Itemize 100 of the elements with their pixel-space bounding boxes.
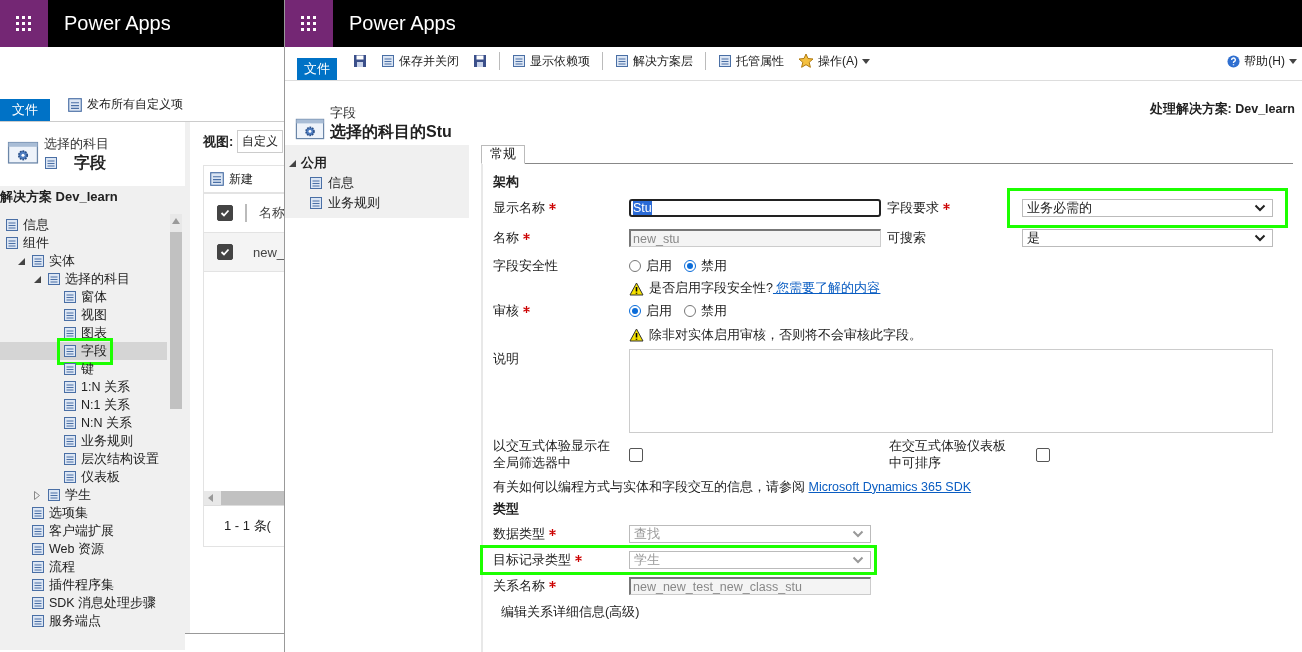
field-label: 审核 (493, 302, 519, 320)
toolbar-icon (512, 54, 526, 68)
tree-node-icon (31, 254, 45, 268)
toolbar-button[interactable]: 显示依赖项 (510, 52, 592, 70)
tree-item[interactable]: N:1 关系 (0, 396, 167, 414)
app-launcher-icon[interactable] (16, 15, 32, 32)
tree-node-icon (31, 614, 45, 628)
tree-node-icon (47, 488, 61, 502)
tree-item[interactable]: 客户端扩展 (0, 522, 167, 540)
expanded-triangle-icon[interactable] (17, 257, 25, 265)
publish-button[interactable]: 发布所有自定义项 (65, 96, 185, 113)
actions-menu[interactable]: 操作(A) (796, 52, 872, 70)
tree-item[interactable]: 1:N 关系 (0, 378, 167, 396)
tree-node-icon (31, 596, 45, 610)
tree-node-icon (31, 542, 45, 556)
checkbox[interactable] (629, 448, 643, 462)
save-icon (473, 54, 487, 68)
dropdown-field[interactable]: 是 (1022, 229, 1273, 247)
tree-node-icon (63, 452, 77, 466)
toolbar-button[interactable]: 保存并关闭 (379, 52, 461, 70)
help-menu[interactable]: 帮助(H) (1225, 53, 1299, 70)
expanded-triangle-icon[interactable] (33, 275, 41, 283)
checkbox[interactable] (217, 205, 233, 221)
tree-item[interactable]: Web 资源 (0, 540, 167, 558)
tree-node-icon (63, 470, 77, 484)
nav-group[interactable]: 公用 (285, 153, 469, 173)
toolbar-button[interactable]: 解决方案层 (613, 52, 695, 70)
app-launcher[interactable] (285, 0, 333, 47)
new-button[interactable]: 新建 (207, 170, 255, 188)
tab[interactable]: 常规 (481, 145, 525, 164)
tree-item[interactable]: 业务规则 (0, 432, 167, 450)
toolbar-button[interactable] (471, 54, 489, 68)
scrollbar[interactable] (170, 214, 182, 409)
expanded-triangle-icon[interactable] (289, 159, 296, 167)
field-label: 字段安全性 (493, 257, 558, 275)
tree-node-icon (63, 308, 77, 322)
table-cell: new_ (253, 244, 284, 260)
tree-item[interactable]: SDK 消息处理步骤 (0, 594, 167, 612)
field-label: 可搜索 (887, 229, 926, 247)
checkbox[interactable] (1036, 448, 1050, 462)
tree-item[interactable]: 视图 (0, 306, 167, 324)
radio-option[interactable]: 启用 (629, 257, 672, 275)
collapsed-triangle-icon[interactable] (34, 490, 40, 500)
tree-item[interactable]: 流程 (0, 558, 167, 576)
tree-item[interactable]: 服务端点 (0, 612, 167, 630)
radio-option[interactable]: 禁用 (684, 302, 727, 320)
tree-item[interactable]: 选项集 (0, 504, 167, 522)
edit-relationship-link[interactable]: 编辑关系详细信息(高级) (501, 603, 640, 621)
help-link[interactable]: 您需要了解的内容 (772, 281, 881, 295)
view-label: 视图: (203, 132, 234, 151)
tree-node-icon (63, 362, 77, 376)
sdk-link[interactable]: Microsoft Dynamics 365 SDK (808, 479, 972, 494)
tree-item[interactable]: 图表 (0, 324, 167, 342)
column-header[interactable]: 名称 (259, 204, 284, 222)
field-label: 在交互式体验仪表板中可排序 (889, 438, 1007, 472)
solution-label: 处理解决方案: Dev_learn (1149, 101, 1295, 118)
help-icon (1227, 55, 1241, 68)
tree-item[interactable]: 层次结构设置 (0, 450, 167, 468)
publish-icon (67, 96, 83, 113)
tree-item[interactable]: 组件 (0, 234, 167, 252)
radio-option[interactable]: 启用 (629, 302, 672, 320)
tree-item[interactable]: 学生 (0, 486, 167, 504)
check-icon (220, 247, 230, 257)
tree-node-icon (63, 326, 77, 340)
tree-item[interactable]: 实体 (0, 252, 167, 270)
checkbox[interactable] (217, 244, 233, 260)
field-label: 名称 (493, 229, 519, 247)
section-heading: 类型 (493, 500, 520, 518)
radio-option[interactable]: 禁用 (684, 257, 727, 275)
tree-item[interactable]: 仪表板 (0, 468, 167, 486)
record-count: 1 - 1 条( (224, 517, 271, 535)
toolbar-button[interactable]: 托管属性 (716, 52, 786, 70)
file-tab[interactable]: 文件 (297, 58, 337, 80)
tree-node-icon (31, 560, 45, 574)
dropdown-field[interactable]: 业务必需的 (1022, 199, 1273, 217)
tree-item[interactable]: 信息 (0, 216, 167, 234)
input-field[interactable]: Stu (629, 199, 881, 217)
nav-item[interactable]: 信息 (285, 173, 469, 193)
chevron-down-icon (1254, 204, 1266, 212)
tree-item[interactable]: 选择的科目 (0, 270, 167, 288)
solution-label: 解决方案 Dev_learn (0, 188, 119, 206)
nav-item[interactable]: 业务规则 (285, 193, 469, 213)
tree-item[interactable]: N:N 关系 (0, 414, 167, 432)
tree-item[interactable]: 插件程序集 (0, 576, 167, 594)
nav-item-icon (309, 176, 323, 190)
file-tab[interactable]: 文件 (0, 99, 50, 121)
view-select[interactable]: 自定义 (237, 130, 284, 153)
info-text: 有关如何以编程方式与实体和字段交互的信息，请参阅 Microsoft Dynamics 365 SDK (493, 478, 972, 496)
tree-node-icon (31, 578, 45, 592)
toolbar-button[interactable] (351, 54, 369, 68)
field-label: 以交互式体验显示在全局筛选器中 (493, 438, 611, 472)
tree-node-icon (5, 218, 19, 232)
tree-item[interactable]: 键 (0, 360, 167, 378)
app-launcher[interactable] (0, 0, 48, 47)
caret-icon (862, 58, 870, 64)
tree-item[interactable]: 窗体 (0, 288, 167, 306)
tree-node-icon (63, 344, 77, 358)
save-icon (353, 54, 367, 68)
app-launcher-icon[interactable] (301, 15, 317, 32)
tree-node-icon (63, 398, 77, 412)
